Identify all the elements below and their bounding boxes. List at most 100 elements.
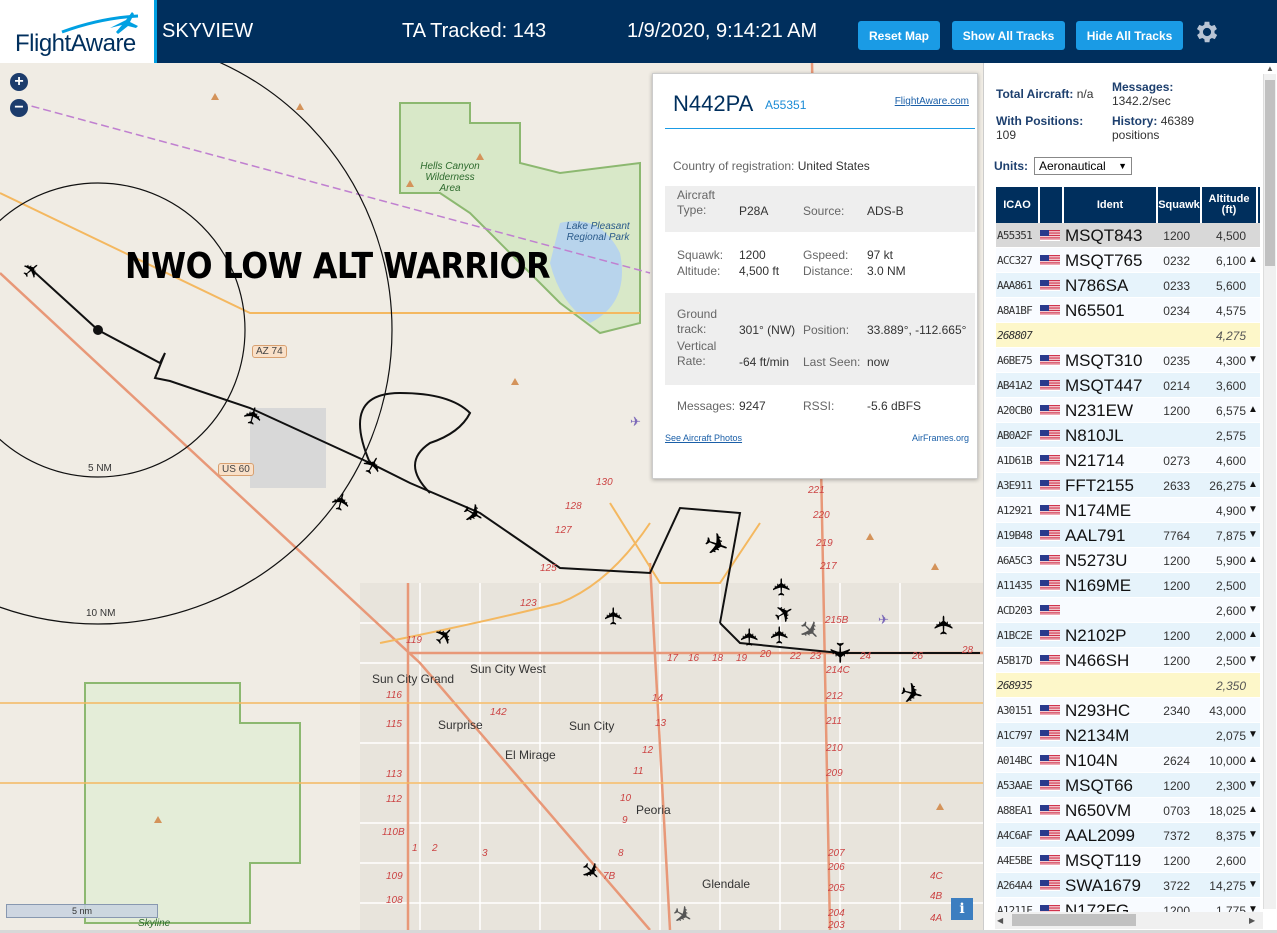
row-icao: ACC327 xyxy=(997,254,1033,267)
aircraft-row[interactable]: A11435 N169ME 1200 2,500 xyxy=(996,573,1260,598)
aircraft-row[interactable]: A20CB0 N231EW 1200 6,575 ▲ xyxy=(996,398,1260,423)
aircraft-row[interactable]: ACD203 2,600 ▼ xyxy=(996,598,1260,623)
aircraft-icon[interactable]: ✈ xyxy=(796,617,826,647)
aircraft-row[interactable]: A1C797 N2134M 2,075 ▼ xyxy=(996,723,1260,748)
road-number: 14 xyxy=(652,693,664,704)
aircraft-row[interactable]: A19B48 AAL791 7764 7,875 ▼ xyxy=(996,523,1260,548)
column-altitude[interactable]: Altitude (ft) xyxy=(1202,187,1258,223)
airport-icon: ✈ xyxy=(878,612,889,627)
row-squawk: 1200 xyxy=(1163,779,1190,793)
distance-value: 3.0 NM xyxy=(867,264,906,278)
road-number: 4C xyxy=(930,871,943,882)
row-ident: N174ME xyxy=(1065,501,1132,520)
aircraft-row[interactable]: A4C6AF AAL2099 7372 8,375 ▼ xyxy=(996,823,1260,848)
aircraft-row[interactable]: A1BC2E N2102P 1200 2,000 ▲ xyxy=(996,623,1260,648)
row-altitude: 5,900 xyxy=(1215,554,1246,568)
units-select[interactable]: Aeronautical ▼ xyxy=(1034,157,1132,175)
zoom-in-button[interactable]: + xyxy=(10,73,28,91)
road-number: 26 xyxy=(912,651,924,662)
aircraft-row[interactable]: A264A4 SWA1679 3722 14,275 ▼ xyxy=(996,873,1260,898)
aircraft-icon[interactable]: ✈ xyxy=(432,621,460,649)
selected-aircraft-panel: N442PA A55351 FlightAware.com Country of… xyxy=(652,73,978,479)
road-number: 127 xyxy=(555,525,572,536)
row-altitude: 2,600 xyxy=(1215,604,1246,618)
scroll-left-arrow-icon[interactable]: ◀ xyxy=(997,916,1003,925)
aircraft-icon[interactable]: ✈ xyxy=(702,528,736,562)
aircraft-icon[interactable]: ✈ xyxy=(670,903,700,930)
scroll-right-arrow-icon[interactable]: ▶ xyxy=(1249,916,1255,925)
column-squawk[interactable]: Squawk xyxy=(1158,187,1202,223)
show-all-tracks-button[interactable]: Show All Tracks xyxy=(952,21,1065,50)
aircraft-row[interactable]: A88EA1 N650VM 0703 18,025 ▲ xyxy=(996,798,1260,823)
row-ident: N21714 xyxy=(1065,451,1125,470)
aircraft-icon[interactable]: ✈ xyxy=(600,600,628,628)
road-number: 210 xyxy=(826,743,843,754)
rssi-label: RSSI: xyxy=(803,399,835,413)
road-number: 108 xyxy=(386,895,403,906)
aircraft-icon[interactable]: ✈ xyxy=(240,400,268,428)
road-number: 23 xyxy=(810,651,822,662)
airframes-link[interactable]: AirFrames.org xyxy=(912,433,969,443)
vertical-rate-value: -64 ft/min xyxy=(739,355,790,369)
zoom-out-button[interactable]: − xyxy=(10,99,28,117)
aircraft-icon[interactable]: ✈ xyxy=(360,450,388,478)
aircraft-row[interactable]: ACC327 MSQT765 0232 6,100 ▲ xyxy=(996,248,1260,273)
aircraft-row[interactable]: 268935 2,350 xyxy=(996,673,1260,698)
aircraft-icon[interactable]: ✈ xyxy=(768,571,796,599)
aircraft-row[interactable]: A5B17D N466SH 1200 2,500 ▼ xyxy=(996,648,1260,673)
us-flag-icon xyxy=(1040,380,1060,391)
us-flag-icon xyxy=(1040,705,1060,716)
road-number: 22 xyxy=(790,651,802,662)
aircraft-row[interactable]: A6BE75 MSQT310 0235 4,300 ▼ xyxy=(996,348,1260,373)
aircraft-row[interactable]: AB0A2F N810JL 2,575 xyxy=(996,423,1260,448)
aircraft-row[interactable]: A1D61B N21714 0273 4,600 xyxy=(996,448,1260,473)
aircraft-row[interactable]: A6A5C3 N5273U 1200 5,900 ▲ xyxy=(996,548,1260,573)
selected-aircraft-icon[interactable]: ✈ xyxy=(460,500,490,530)
reset-map-button[interactable]: Reset Map xyxy=(858,21,940,50)
aircraft-photos-link[interactable]: See Aircraft Photos xyxy=(665,433,742,443)
column-flag[interactable] xyxy=(1040,187,1064,223)
road-number: 215B xyxy=(825,615,849,626)
scroll-up-arrow-icon[interactable]: ▲ xyxy=(1266,64,1274,73)
row-squawk: 2340 xyxy=(1163,704,1190,718)
row-ident: MSQT765 xyxy=(1065,251,1143,270)
aircraft-icon[interactable]: ✈ xyxy=(898,678,930,710)
aircraft-icon[interactable]: ✈ xyxy=(20,258,48,280)
aircraft-icon[interactable]: ✈ xyxy=(766,619,794,647)
aircraft-row[interactable]: A53AAE MSQT66 1200 2,300 ▼ xyxy=(996,773,1260,798)
row-icao: A014BC xyxy=(997,754,1033,767)
vertical-scroll-thumb[interactable] xyxy=(1265,80,1275,266)
aircraft-row[interactable]: A12921 N174ME 4,900 ▼ xyxy=(996,498,1260,523)
aircraft-row[interactable]: A30151 N293HC 2340 43,000 xyxy=(996,698,1260,723)
aircraft-icon[interactable]: ✈ xyxy=(328,486,356,514)
horizontal-scroll-thumb[interactable] xyxy=(1012,914,1136,926)
aircraft-row[interactable]: A014BC N104N 2624 10,000 ▲ xyxy=(996,748,1260,773)
aircraft-row[interactable]: A4E5BE MSQT119 1200 2,600 xyxy=(996,848,1260,873)
row-altitude: 7,875 xyxy=(1215,529,1246,543)
flightaware-logo[interactable]: FlightAware xyxy=(0,0,157,63)
column-icao[interactable]: ICAO xyxy=(996,187,1040,223)
aircraft-row[interactable]: 268807 4,275 xyxy=(996,323,1260,348)
us-flag-icon xyxy=(1040,455,1060,466)
aircraft-row[interactable]: A3E911 FFT2155 2633 26,275 ▲ xyxy=(996,473,1260,498)
row-altitude: 3,600 xyxy=(1215,379,1246,393)
aircraft-row[interactable]: AAA861 N786SA 0233 5,600 xyxy=(996,273,1260,298)
aircraft-icon[interactable]: ✈ xyxy=(736,621,764,649)
road-number: 130 xyxy=(596,477,613,488)
aircraft-icon[interactable]: ✈ xyxy=(928,607,960,637)
aircraft-icon[interactable]: ✈ xyxy=(824,639,856,671)
squawk-block: Squawk: 1200 Gspeed: 97 kt Altitude: 4,5… xyxy=(665,242,975,286)
info-button[interactable]: i xyxy=(951,898,973,920)
aircraft-row[interactable]: AB41A2 MSQT447 0214 3,600 xyxy=(996,373,1260,398)
flightaware-link[interactable]: FlightAware.com xyxy=(895,96,969,107)
aircraft-row[interactable]: A55351 MSQT843 1200 4,500 xyxy=(996,223,1260,248)
row-squawk: 3722 xyxy=(1163,879,1190,893)
row-altitude: 2,600 xyxy=(1215,854,1246,868)
selected-hex-link[interactable]: A55351 xyxy=(765,98,806,112)
us-flag-icon xyxy=(1040,630,1060,641)
column-ident[interactable]: Ident xyxy=(1064,187,1158,223)
aircraft-row[interactable]: A8A1BF N65501 0234 4,575 xyxy=(996,298,1260,323)
gear-icon[interactable] xyxy=(1193,18,1221,46)
aircraft-icon[interactable]: ✈ xyxy=(578,859,606,887)
hide-all-tracks-button[interactable]: Hide All Tracks xyxy=(1076,21,1183,50)
